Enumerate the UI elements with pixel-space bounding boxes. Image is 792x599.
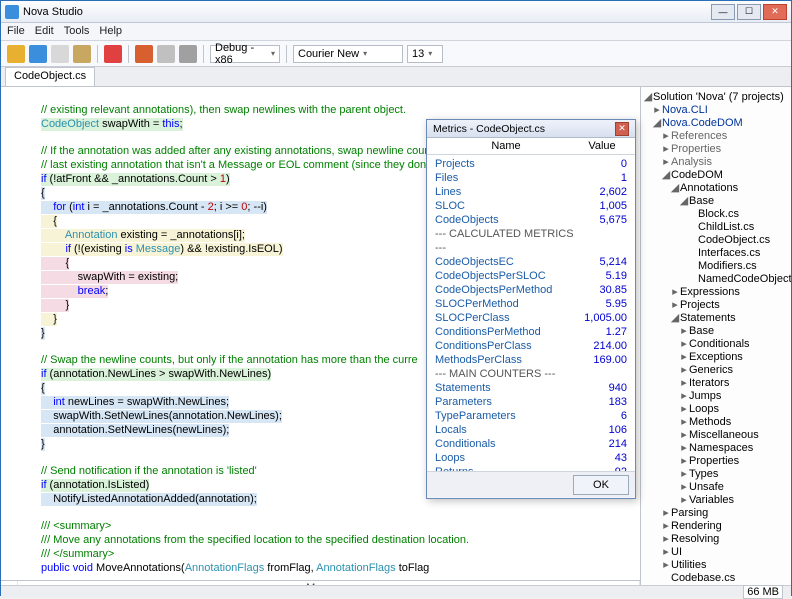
col-name: Name <box>435 140 577 152</box>
metric-row: CodeObjectsPerSLOC5.19 <box>435 269 627 283</box>
metrics-dialog: Metrics - CodeObject.cs ✕ Name Value Pro… <box>426 119 636 499</box>
link-icon[interactable] <box>179 45 197 63</box>
brush-icon[interactable] <box>73 45 91 63</box>
tree-node[interactable]: ▸Jumps <box>643 390 789 403</box>
tree-node[interactable]: ▸Exceptions <box>643 351 789 364</box>
tree-node[interactable]: ▸Types <box>643 468 789 481</box>
metric-row: Files1 <box>435 171 627 185</box>
maximize-button[interactable]: ☐ <box>737 4 761 20</box>
title-bar: Nova Studio — ☐ ✕ <box>1 1 791 23</box>
tab-codeobject[interactable]: CodeObject.cs <box>5 67 95 86</box>
tree-node[interactable]: ◢Base <box>643 195 789 208</box>
tree-file[interactable]: Modifiers.cs <box>643 260 789 273</box>
tree-node[interactable]: ▸Properties <box>643 143 789 156</box>
tree-node[interactable]: Codebase.cs <box>643 572 789 585</box>
dialog-close-icon[interactable]: ✕ <box>615 122 629 136</box>
tree-node[interactable]: ◢Statements <box>643 312 789 325</box>
tree-node[interactable]: ▸Resolving <box>643 533 789 546</box>
metric-row: ConditionsPerMethod1.27 <box>435 325 627 339</box>
dialog-title: Metrics - CodeObject.cs <box>433 123 615 135</box>
open-icon[interactable] <box>7 45 25 63</box>
tree-file[interactable]: Block.cs <box>643 208 789 221</box>
messages-panel: Message ◆TODO: Do error checking & highl… <box>1 580 640 585</box>
metric-row: Projects0 <box>435 157 627 171</box>
minimize-button[interactable]: — <box>711 4 735 20</box>
tree-node[interactable]: ▸Nova.CLI <box>643 104 789 117</box>
tree-node[interactable]: ▸Analysis <box>643 156 789 169</box>
status-bar: 66 MB <box>1 585 791 597</box>
ok-button[interactable]: OK <box>573 475 629 495</box>
tree-node[interactable]: ▸Methods <box>643 416 789 429</box>
metric-row: SLOCPerClass1,005.00 <box>435 311 627 325</box>
save-icon[interactable] <box>29 45 47 63</box>
tree-node[interactable]: ▸Rendering <box>643 520 789 533</box>
tree-node[interactable]: ▸Base <box>643 325 789 338</box>
col-message[interactable]: Message <box>18 581 640 585</box>
tree-node[interactable]: ▸Parsing <box>643 507 789 520</box>
window-title: Nova Studio <box>23 6 711 18</box>
tree-node[interactable]: ▸Projects <box>643 299 789 312</box>
close-button[interactable]: ✕ <box>763 4 787 20</box>
fontsize-combo[interactable]: 13▾ <box>407 45 443 63</box>
metric-row: TypeParameters6 <box>435 409 627 423</box>
tree-node[interactable]: ▸Loops <box>643 403 789 416</box>
font-combo[interactable]: Courier New▾ <box>293 45 403 63</box>
tree-node[interactable]: ▸Expressions <box>643 286 789 299</box>
metric-row: Returns92 <box>435 465 627 471</box>
tool1-icon[interactable] <box>135 45 153 63</box>
menu-edit[interactable]: Edit <box>35 25 54 38</box>
metric-row: CodeObjectsEC5,214 <box>435 255 627 269</box>
metric-row: CodeObjectsPerMethod30.85 <box>435 283 627 297</box>
metric-row: --- CALCULATED METRICS --- <box>435 227 627 255</box>
tree-node[interactable]: ◢CodeDOM <box>643 169 789 182</box>
metric-row: Statements940 <box>435 381 627 395</box>
redmark-icon[interactable] <box>104 45 122 63</box>
tree-file[interactable]: CodeObject.cs <box>643 234 789 247</box>
menu-help[interactable]: Help <box>99 25 122 38</box>
tool2-icon[interactable] <box>157 45 175 63</box>
tree-file[interactable]: Interfaces.cs <box>643 247 789 260</box>
menu-tools[interactable]: Tools <box>64 25 90 38</box>
editor-tabstrip: CodeObject.cs <box>1 67 791 87</box>
metric-row: Lines2,602 <box>435 185 627 199</box>
metric-row: Loops43 <box>435 451 627 465</box>
tree-node[interactable]: ▸UI <box>643 546 789 559</box>
col-value: Value <box>577 140 627 152</box>
config-combo[interactable]: Debug - x86▾ <box>210 45 280 63</box>
tree-node[interactable]: ▸Miscellaneous <box>643 429 789 442</box>
tree-node[interactable]: ▸Unsafe <box>643 481 789 494</box>
tree-file[interactable]: NamedCodeObjectDictionary.cs <box>643 273 789 286</box>
tree-node[interactable]: ▸Namespaces <box>643 442 789 455</box>
metric-row: Conditionals214 <box>435 437 627 451</box>
tree-node[interactable]: ▸Utilities <box>643 559 789 572</box>
tree-node[interactable]: ▸Generics <box>643 364 789 377</box>
app-icon <box>5 5 19 19</box>
metric-row: Parameters183 <box>435 395 627 409</box>
memory-label: 66 MB <box>743 585 783 599</box>
metric-row: ConditionsPerClass214.00 <box>435 339 627 353</box>
tree-node[interactable]: ◢Solution 'Nova' (7 projects) <box>643 91 789 104</box>
tree-node[interactable]: ◢Annotations <box>643 182 789 195</box>
tree-node[interactable]: ▸Conditionals <box>643 338 789 351</box>
menu-bar: File Edit Tools Help <box>1 23 791 41</box>
tree-node[interactable]: ▸Properties <box>643 455 789 468</box>
menu-file[interactable]: File <box>7 25 25 38</box>
tree-node[interactable]: ◢Nova.CodeDOM <box>643 117 789 130</box>
metric-row: CodeObjects5,675 <box>435 213 627 227</box>
metric-row: SLOCPerMethod5.95 <box>435 297 627 311</box>
metric-row: --- MAIN COUNTERS --- <box>435 367 627 381</box>
tree-node[interactable]: ▸References <box>643 130 789 143</box>
solution-explorer[interactable]: ◢Solution 'Nova' (7 projects)▸Nova.CLI◢N… <box>641 87 791 585</box>
tree-file[interactable]: ChildList.cs <box>643 221 789 234</box>
metric-row: MethodsPerClass169.00 <box>435 353 627 367</box>
toolbar: Debug - x86▾ Courier New▾ 13▾ <box>1 41 791 67</box>
tree-node[interactable]: ▸Variables <box>643 494 789 507</box>
metric-row: SLOC1,005 <box>435 199 627 213</box>
saveall-icon[interactable] <box>51 45 69 63</box>
metric-row: Locals106 <box>435 423 627 437</box>
tree-node[interactable]: ▸Iterators <box>643 377 789 390</box>
